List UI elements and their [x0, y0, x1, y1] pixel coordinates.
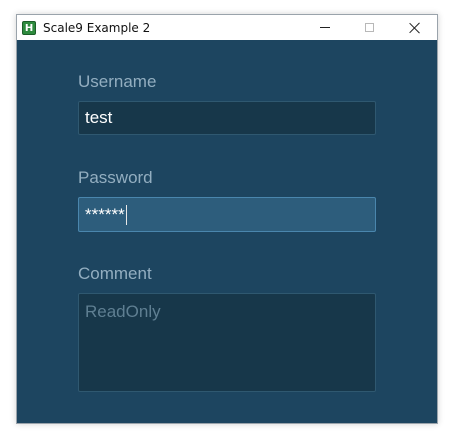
comment-value: ReadOnly [85, 302, 161, 321]
app-icon: H [22, 20, 36, 35]
username-label: Username [78, 72, 157, 91]
window-title: Scale9 Example 2 [43, 20, 151, 35]
username-field[interactable]: test [78, 101, 376, 135]
app-window: H Scale9 Example 2 Username test Passwor… [16, 14, 438, 424]
close-button[interactable] [392, 15, 437, 40]
title-bar[interactable]: H Scale9 Example 2 [17, 15, 437, 40]
username-value: test [85, 108, 113, 127]
window-controls [302, 15, 437, 40]
minimize-icon [319, 27, 330, 28]
comment-textarea[interactable]: ReadOnly [78, 293, 376, 392]
password-field[interactable]: ****** [78, 197, 376, 232]
form-area: Username test Password ****** Comment Re… [17, 40, 437, 423]
comment-label: Comment [78, 264, 152, 283]
password-value: ****** [85, 204, 125, 224]
text-caret [125, 204, 127, 225]
close-icon [409, 22, 421, 34]
maximize-button[interactable] [347, 15, 392, 40]
maximize-icon [365, 23, 374, 32]
password-label: Password [78, 168, 153, 187]
minimize-button[interactable] [302, 15, 347, 40]
